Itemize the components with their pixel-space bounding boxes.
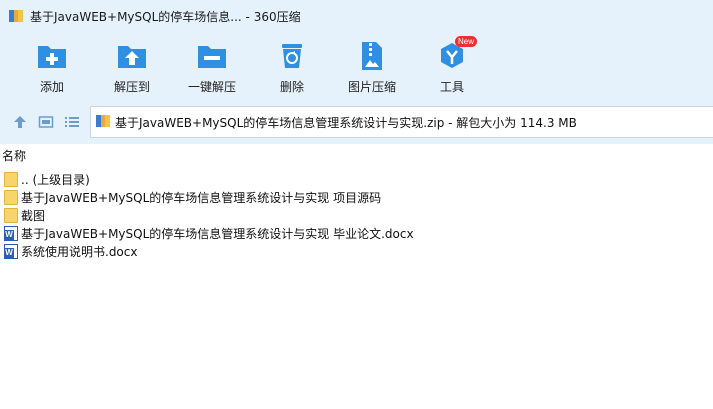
- list-item[interactable]: .. (上级目录): [0, 170, 713, 188]
- folder-icon: [4, 207, 18, 223]
- word-doc-icon: [4, 225, 18, 241]
- one-click-extract-icon: [196, 40, 228, 72]
- file-list: .. (上级目录) 基于JavaWEB+MySQL的停车场信息管理系统设计与实现…: [0, 170, 713, 260]
- title-bar: 基于JavaWEB+MySQL的停车场信息... - 360压缩: [0, 0, 713, 32]
- one-click-extract-label: 一键解压: [187, 80, 236, 94]
- image-compress-label: 图片压缩: [347, 80, 396, 94]
- item-name: 基于JavaWEB+MySQL的停车场信息管理系统设计与实现 项目源码: [21, 190, 382, 205]
- tools-label: 工具: [439, 80, 464, 94]
- main-toolbar: 添加 解压到 一键解压 删除 图片压缩 New 工具: [0, 36, 713, 98]
- delete-button[interactable]: 删除: [254, 36, 330, 98]
- extract-to-icon: [116, 40, 148, 72]
- list-item[interactable]: 基于JavaWEB+MySQL的停车场信息管理系统设计与实现 项目源码: [0, 188, 713, 206]
- tools-icon: New: [436, 36, 478, 72]
- image-compress-icon: [356, 40, 388, 72]
- add-label: 添加: [39, 80, 64, 94]
- window-title: 基于JavaWEB+MySQL的停车场信息... - 360压缩: [30, 9, 301, 24]
- archive-logo-icon: [8, 8, 24, 24]
- add-icon: [36, 40, 68, 72]
- item-name: .. (上级目录): [21, 172, 90, 187]
- list-item[interactable]: 截图: [0, 206, 713, 224]
- list-item[interactable]: 系统使用说明书.docx: [0, 242, 713, 260]
- folder-icon: [4, 171, 18, 187]
- archive-file-icon: [95, 113, 111, 132]
- item-name: 截图: [21, 208, 46, 223]
- path-field[interactable]: 基于JavaWEB+MySQL的停车场信息管理系统设计与实现.zip - 解包大…: [90, 106, 713, 138]
- archive-path-text: 基于JavaWEB+MySQL的停车场信息管理系统设计与实现.zip - 解包大…: [115, 115, 577, 130]
- delete-label: 删除: [279, 80, 304, 94]
- extract-to-button[interactable]: 解压到: [94, 36, 170, 98]
- delete-icon: [276, 40, 308, 72]
- column-header-name[interactable]: 名称: [0, 148, 713, 166]
- list-view-icon[interactable]: [64, 114, 80, 130]
- word-doc-icon: [4, 243, 18, 259]
- tools-button[interactable]: New 工具: [414, 36, 490, 98]
- item-name: 基于JavaWEB+MySQL的停车场信息管理系统设计与实现 毕业论文.docx: [21, 226, 414, 241]
- new-badge: New: [455, 36, 478, 47]
- add-button[interactable]: 添加: [14, 36, 90, 98]
- image-compress-button[interactable]: 图片压缩: [334, 36, 410, 98]
- list-item[interactable]: 基于JavaWEB+MySQL的停车场信息管理系统设计与实现 毕业论文.docx: [0, 224, 713, 242]
- extract-to-label: 解压到: [113, 80, 150, 94]
- up-arrow-icon[interactable]: [12, 114, 28, 130]
- item-name: 系统使用说明书.docx: [21, 244, 138, 259]
- one-click-extract-button[interactable]: 一键解压: [174, 36, 250, 98]
- folder-icon: [4, 189, 18, 205]
- thumbnail-view-icon[interactable]: [38, 114, 54, 130]
- address-bar: 基于JavaWEB+MySQL的停车场信息管理系统设计与实现.zip - 解包大…: [0, 106, 713, 138]
